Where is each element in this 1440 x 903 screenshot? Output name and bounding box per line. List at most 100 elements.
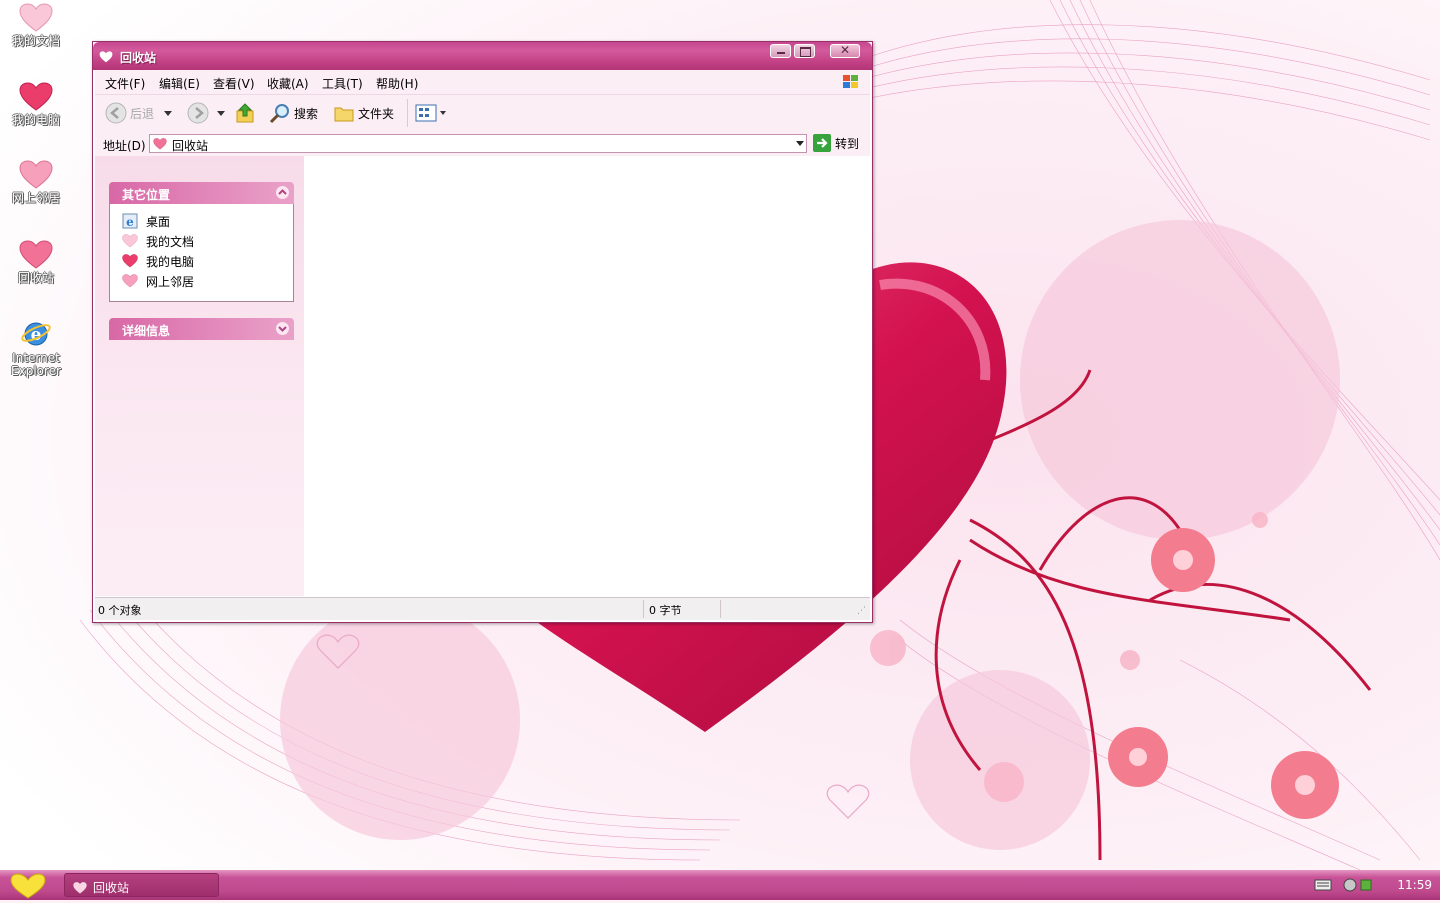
desktop-icon-recycle-bin[interactable]: 回收站 (4, 240, 68, 285)
desktop-ie-icon: e (122, 213, 138, 229)
other-places-header[interactable]: 其它位置 (109, 182, 294, 204)
menu-edit[interactable]: 编辑(E) (159, 75, 200, 92)
status-object-count: 0 个对象 (98, 604, 142, 617)
desktop-icon-network-places[interactable]: 网上邻居 (4, 160, 68, 205)
go-arrow-icon (813, 134, 831, 152)
forward-button[interactable] (187, 101, 225, 125)
address-label: 地址(D) (103, 139, 146, 153)
address-input[interactable]: 回收站 (149, 134, 807, 153)
menu-tools[interactable]: 工具(T) (322, 75, 363, 92)
desktop-icon-label: Internet Explorer (11, 351, 61, 378)
close-button[interactable]: ✕ (830, 43, 860, 58)
place-link-my-documents[interactable]: 我的文档 (122, 232, 194, 250)
minimize-icon (777, 52, 785, 54)
taskbar-button-recycle-bin[interactable]: 回收站 (64, 873, 219, 897)
search-icon (269, 104, 289, 124)
address-bar: 地址(D) 回收站 转到 (95, 131, 870, 157)
other-places-panel: e 桌面 我的文档 我的电脑 网上邻居 (109, 204, 294, 302)
heart-icon (19, 240, 53, 269)
status-size: 0 字节 (649, 604, 682, 617)
window-title: 回收站 (120, 51, 157, 65)
yellow-heart-start-icon (10, 873, 46, 899)
start-button[interactable] (8, 872, 48, 903)
system-tray: 11:59 (1310, 870, 1440, 900)
menu-view[interactable]: 查看(V) (213, 75, 255, 92)
place-link-network-places[interactable]: 网上邻居 (122, 272, 194, 290)
restore-icon (800, 47, 811, 57)
svg-text:e: e (126, 215, 134, 229)
desktop-icon-my-computer[interactable]: 我的电脑 (4, 82, 68, 127)
menu-help[interactable]: 帮助(H) (376, 75, 418, 92)
other-places-title: 其它位置 (122, 188, 171, 202)
views-dropdown-icon (440, 111, 446, 115)
heart-icon (153, 138, 167, 150)
desktop-icon-label: 网上邻居 (11, 191, 60, 205)
views-icon (415, 104, 437, 122)
network-icon[interactable] (1358, 877, 1374, 893)
taskbar-clock[interactable]: 11:59 (1397, 878, 1432, 892)
address-dropdown-icon[interactable] (796, 141, 804, 146)
heart-icon (19, 82, 53, 111)
windows-logo-icon (843, 75, 858, 88)
back-dropdown-icon[interactable] (164, 110, 173, 116)
keyboard-icon[interactable] (1314, 879, 1332, 891)
place-label: 桌面 (146, 214, 171, 229)
search-label: 搜索 (294, 106, 319, 121)
menu-file[interactable]: 文件(F) (105, 75, 145, 92)
place-label: 我的文档 (146, 234, 195, 249)
heart-icon (122, 234, 138, 248)
heart-icon (122, 254, 138, 268)
minimize-button[interactable] (770, 44, 791, 58)
go-label: 转到 (835, 136, 860, 151)
go-button[interactable]: 转到 (813, 134, 859, 152)
file-list-area[interactable] (304, 156, 870, 596)
search-button[interactable]: 搜索 (269, 101, 318, 125)
heart-icon (19, 160, 53, 189)
heart-icon (73, 882, 87, 894)
toolbar: 后退 搜索 文件夹 (95, 95, 870, 132)
status-bar: 0 个对象 0 字节 ⋰ (95, 597, 870, 620)
internet-explorer-icon: e (21, 322, 51, 346)
desktop-icon-label: 回收站 (17, 271, 54, 285)
heart-icon (122, 274, 138, 288)
up-folder-icon (236, 103, 254, 123)
place-link-my-computer[interactable]: 我的电脑 (122, 252, 194, 270)
task-pane: 其它位置 e 桌面 我的文档 我的电脑 网上邻居 详细信息 (95, 156, 304, 596)
folder-icon (334, 107, 354, 122)
expand-chevron-icon[interactable] (276, 322, 289, 335)
back-label: 后退 (130, 106, 155, 121)
desktop-icon-internet-explorer[interactable]: e Internet Explorer (4, 318, 68, 378)
desktop-icon-label: 我的电脑 (11, 113, 60, 127)
details-title: 详细信息 (122, 324, 171, 338)
toolbar-separator (407, 99, 408, 127)
status-separator (720, 600, 721, 618)
menu-bar: 文件(F) 编辑(E) 查看(V) 收藏(A) 工具(T) 帮助(H) (95, 70, 870, 95)
menu-favorites[interactable]: 收藏(A) (267, 75, 309, 92)
desktop-icon-my-documents[interactable]: 我的文档 (4, 3, 68, 48)
security-shield-icon[interactable] (1342, 877, 1358, 893)
heart-icon (99, 51, 113, 63)
views-button[interactable] (415, 101, 446, 125)
window-titlebar[interactable]: 回收站 ✕ (93, 42, 872, 70)
close-icon: ✕ (840, 43, 851, 57)
forward-dropdown-icon[interactable] (217, 110, 225, 116)
taskbar-button-label: 回收站 (93, 881, 130, 895)
address-value: 回收站 (172, 139, 209, 153)
forward-arrow-icon (187, 102, 209, 124)
place-label: 我的电脑 (146, 254, 195, 269)
place-link-desktop[interactable]: e 桌面 (122, 212, 170, 230)
back-button[interactable]: 后退 (105, 101, 173, 125)
collapse-chevron-icon[interactable] (276, 186, 289, 199)
heart-icon (19, 3, 53, 32)
place-label: 网上邻居 (146, 274, 195, 289)
recycle-bin-window: 回收站 ✕ 文件(F) 编辑(E) 查看(V) 收藏(A) 工具(T) 帮助(H… (92, 41, 873, 623)
back-arrow-icon (105, 102, 127, 124)
folders-label: 文件夹 (358, 106, 395, 121)
folders-button[interactable]: 文件夹 (333, 101, 394, 125)
taskbar: 回收站 11:59 (0, 870, 1440, 900)
up-folder-button[interactable] (235, 101, 257, 125)
resize-grip-icon[interactable]: ⋰ (857, 606, 866, 616)
details-header[interactable]: 详细信息 (109, 318, 294, 340)
status-separator (643, 600, 644, 618)
restore-button[interactable] (794, 44, 815, 58)
